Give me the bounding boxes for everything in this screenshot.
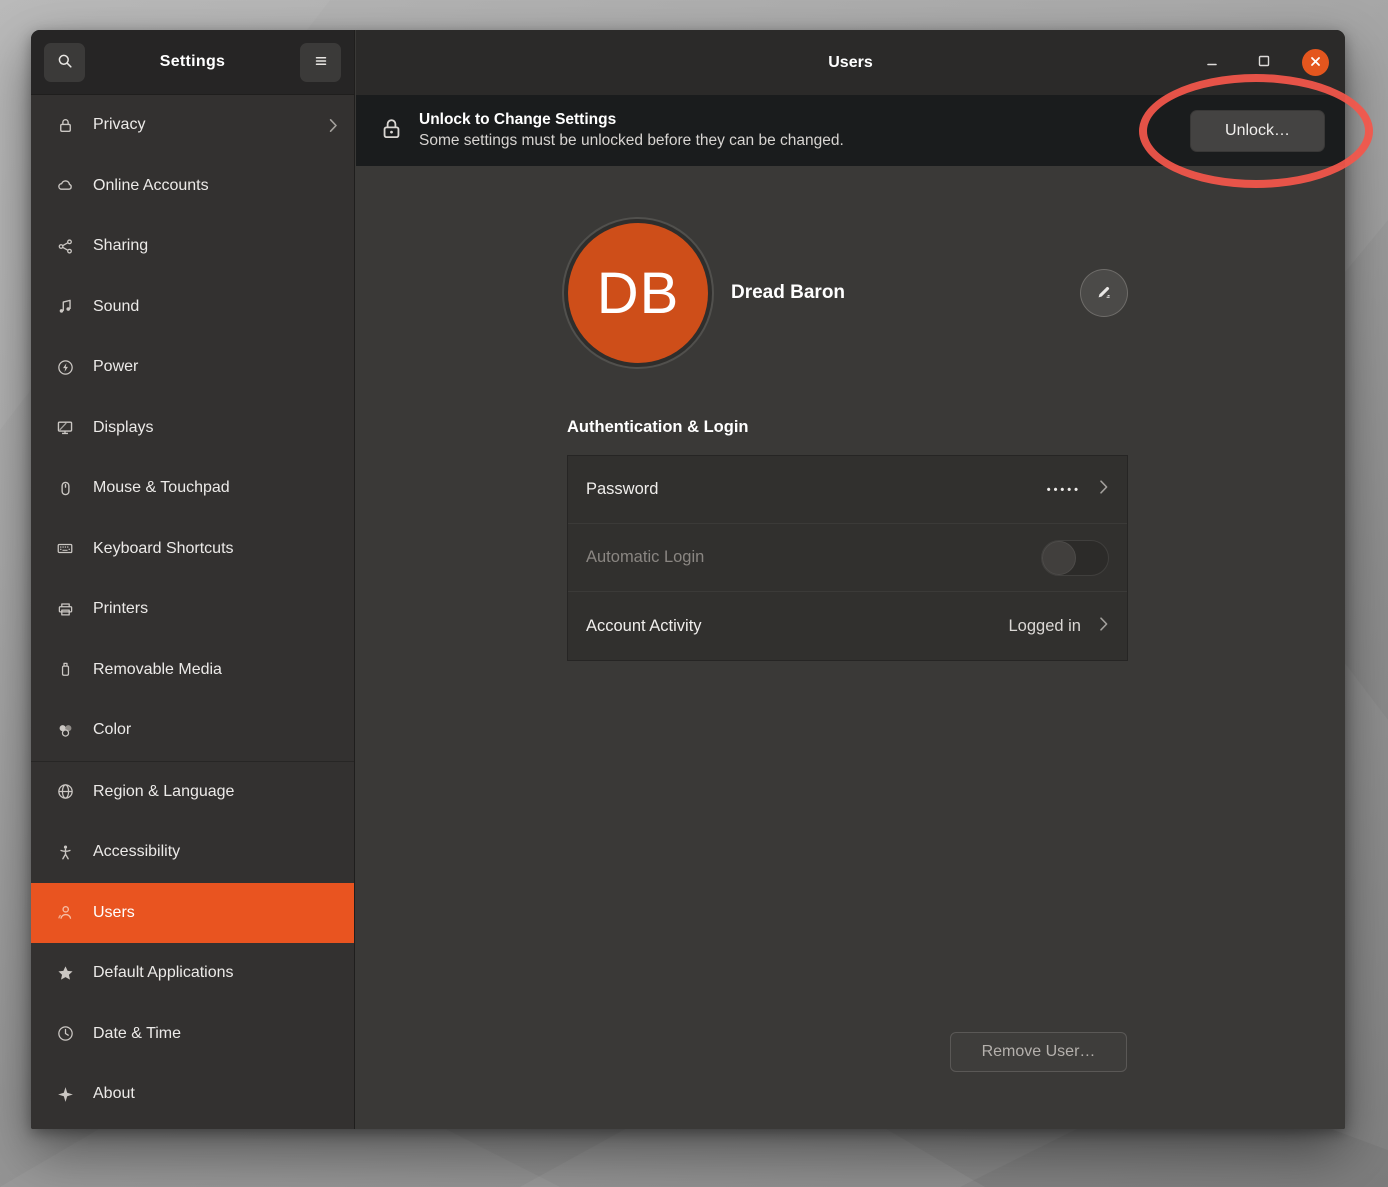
sidebar-item-label: Sound [93,298,338,316]
search-button[interactable] [44,43,85,82]
sidebar-item-label: Region & Language [93,783,338,801]
automatic-login-toggle[interactable] [1041,540,1109,576]
main-pane: Users Unlock to Change Settings [356,30,1345,1129]
share-icon [55,236,75,256]
sidebar-item-color[interactable]: Color [31,700,354,761]
sidebar-item-displays[interactable]: Displays [31,398,354,459]
sidebar-item-mouse-touchpad[interactable]: Mouse & Touchpad [31,458,354,519]
search-icon [56,52,74,73]
sidebar-item-sharing[interactable]: Sharing [31,216,354,277]
chevron-right-icon [1099,479,1109,500]
avatar[interactable]: DB [568,223,708,363]
sidebar-item-region-language[interactable]: Region & Language [31,762,354,823]
chevron-right-icon [1099,616,1109,637]
remove-user-button[interactable]: Remove User… [950,1032,1127,1072]
banner-subtitle: Some settings must be unlocked before th… [419,132,844,150]
auth-list: Password ••••• Automatic Login Acc [567,455,1128,661]
settings-window: Settings Privacy Online Accounts [31,30,1345,1129]
sidebar-item-label: Default Applications [93,964,338,982]
sidebar: Settings Privacy Online Accounts [31,30,355,1129]
sidebar-nav: Privacy Online Accounts Sharing Sound [31,95,354,1129]
clock-icon [55,1024,75,1044]
mouse-icon [55,478,75,498]
power-icon [55,357,75,377]
sidebar-item-label: Users [93,904,338,922]
lock-icon [379,115,404,147]
sidebar-item-printers[interactable]: Printers [31,579,354,640]
user-full-name: Dread Baron [731,282,845,304]
banner-text: Unlock to Change Settings Some settings … [419,111,844,150]
users-icon [55,903,75,923]
menu-button[interactable] [300,43,341,82]
desktop-background: Settings Privacy Online Accounts [0,0,1388,1187]
sidebar-app-title: Settings [85,53,300,71]
window-title: Users [828,54,872,72]
cloud-icon [55,176,75,196]
sidebar-item-label: Sharing [93,237,338,255]
sidebar-item-label: Color [93,721,338,739]
account-activity-row[interactable]: Account Activity Logged in [568,592,1127,660]
hamburger-menu-icon [312,52,330,73]
printer-icon [55,599,75,619]
sidebar-item-removable-media[interactable]: Removable Media [31,640,354,701]
color-circles-icon [55,720,75,740]
password-label: Password [586,480,1047,499]
maximize-icon [1257,54,1271,71]
maximize-button[interactable] [1250,49,1278,77]
sidebar-item-label: About [93,1085,338,1103]
sidebar-item-privacy[interactable]: Privacy [31,95,354,156]
globe-icon [55,782,75,802]
sidebar-item-label: Power [93,358,338,376]
sidebar-item-label: Online Accounts [93,177,338,195]
sidebar-item-sound[interactable]: Sound [31,277,354,338]
users-page: DB Dread Baron Authentication & Login Pa… [356,166,1345,1129]
display-icon [55,418,75,438]
unlock-button[interactable]: Unlock… [1190,110,1325,152]
close-button[interactable] [1302,49,1329,76]
sidebar-item-accessibility[interactable]: Accessibility [31,822,354,883]
sidebar-item-date-time[interactable]: Date & Time [31,1004,354,1065]
sidebar-item-online-accounts[interactable]: Online Accounts [31,156,354,217]
account-activity-label: Account Activity [586,617,1009,636]
sidebar-item-label: Keyboard Shortcuts [93,540,338,558]
sidebar-item-label: Mouse & Touchpad [93,479,338,497]
sidebar-item-keyboard-shortcuts[interactable]: Keyboard Shortcuts [31,519,354,580]
lock-icon [55,115,75,135]
usb-drive-icon [55,660,75,680]
automatic-login-row: Automatic Login [568,524,1127,592]
sidebar-item-label: Date & Time [93,1025,338,1043]
star-icon [55,963,75,983]
sidebar-item-default-applications[interactable]: Default Applications [31,943,354,1004]
sidebar-item-power[interactable]: Power [31,337,354,398]
password-row[interactable]: Password ••••• [568,456,1127,524]
sidebar-item-label: Accessibility [93,843,338,861]
sidebar-item-label: Removable Media [93,661,338,679]
sidebar-item-label: Printers [93,600,338,618]
titlebar[interactable]: Users [356,30,1345,95]
sidebar-header: Settings [31,30,354,95]
toggle-knob [1042,541,1076,575]
unlock-banner: Unlock to Change Settings Some settings … [356,95,1345,166]
auth-section-heading: Authentication & Login [567,418,748,437]
accessibility-icon [55,842,75,862]
pencil-icon [1095,283,1113,304]
automatic-login-label: Automatic Login [586,548,1041,567]
window-controls [1198,30,1329,95]
close-icon [1309,55,1322,71]
account-activity-value: Logged in [1009,617,1082,636]
sparkle-icon [55,1084,75,1104]
sidebar-item-about[interactable]: About [31,1064,354,1125]
sidebar-item-label: Displays [93,419,338,437]
sidebar-item-label: Privacy [93,116,311,134]
keyboard-icon [55,539,75,559]
password-dots: ••••• [1047,484,1081,496]
edit-name-button[interactable] [1081,270,1127,316]
music-note-icon [55,297,75,317]
minimize-icon [1205,54,1219,71]
chevron-right-icon [329,118,338,133]
sidebar-item-users[interactable]: Users [31,883,354,944]
minimize-button[interactable] [1198,49,1226,77]
banner-title: Unlock to Change Settings [419,111,844,129]
